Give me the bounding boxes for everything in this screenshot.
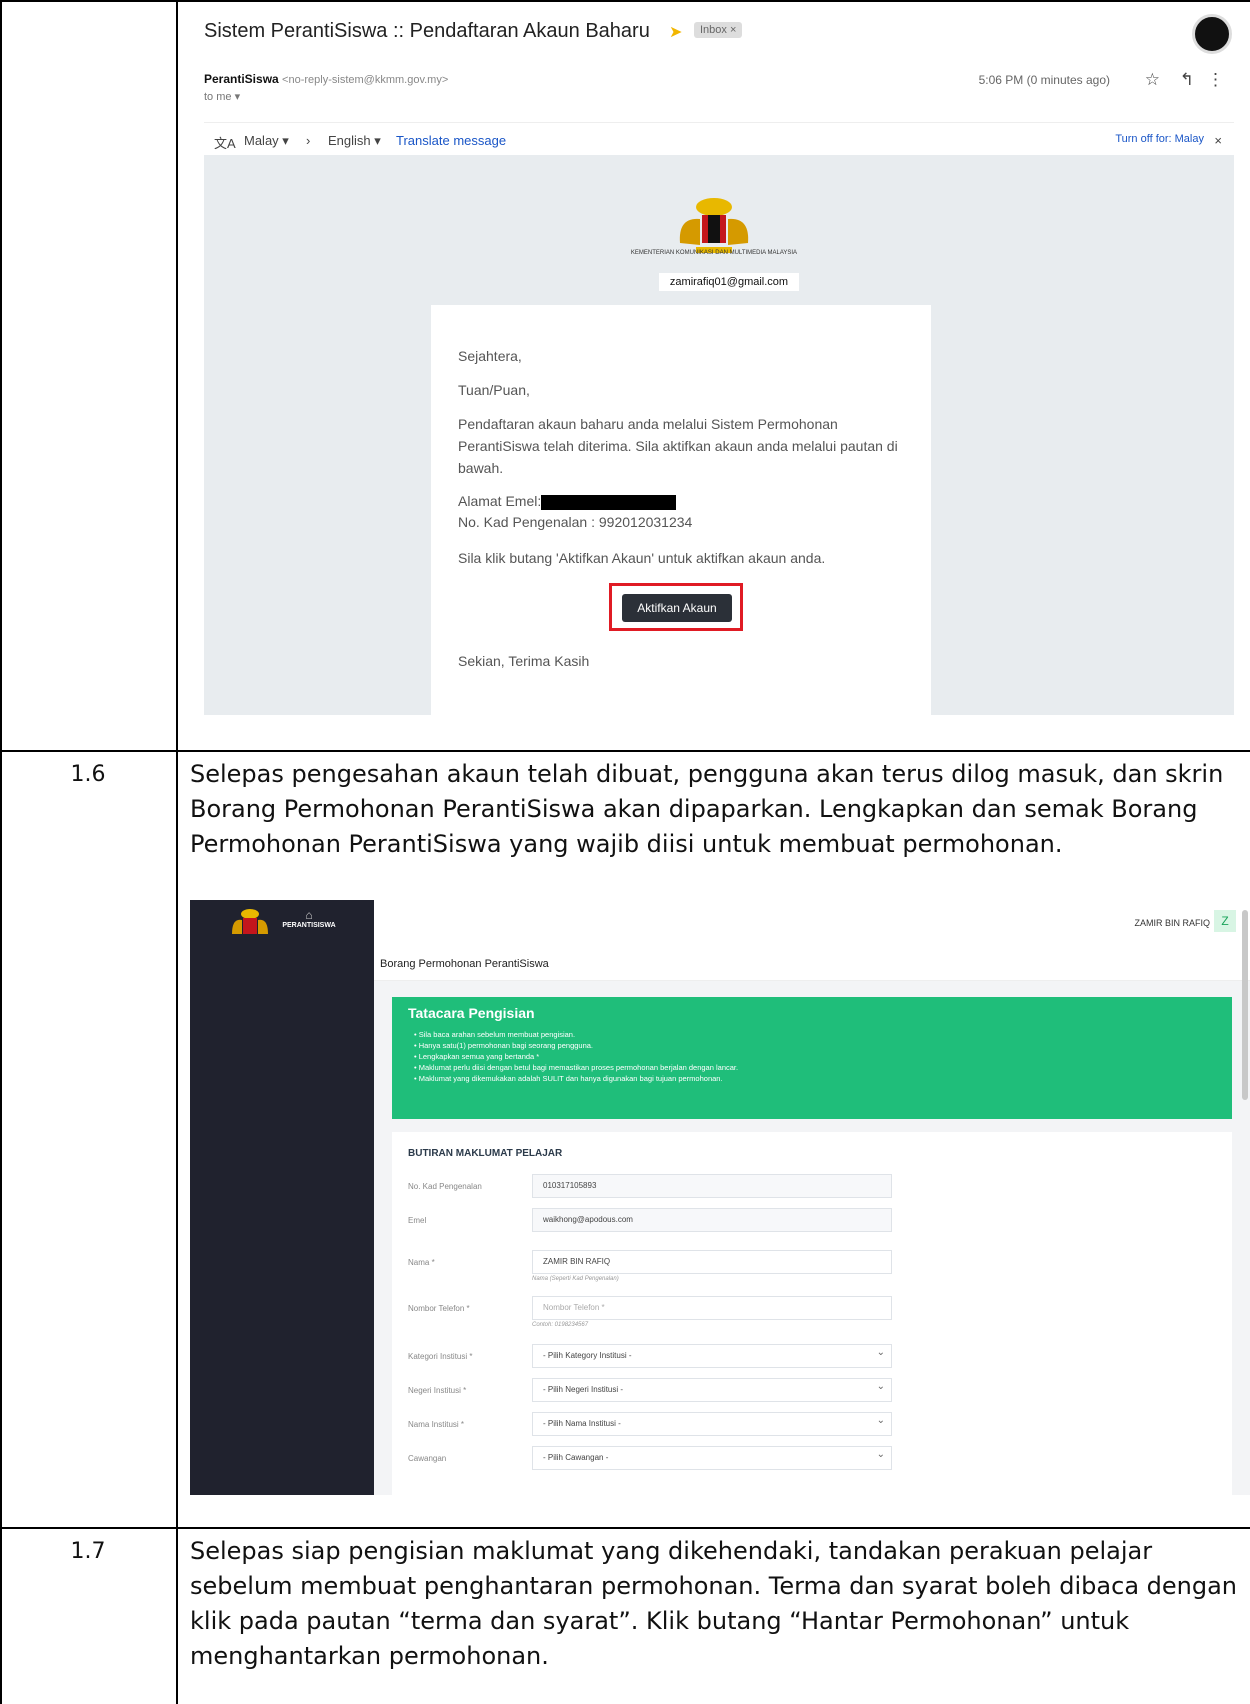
reply-icon[interactable]: ↰	[1180, 70, 1194, 90]
guide-list: Sila baca arahan sebelum membuat pengisi…	[414, 1029, 738, 1084]
table-row-divider	[0, 750, 1250, 752]
institution-state-select[interactable]: - Pilih Negeri Institusi -	[532, 1376, 892, 1402]
gmail-screenshot: Sistem PerantiSiswa :: Pendaftaran Akaun…	[200, 8, 1240, 720]
page-header: Borang Permohonan PerantiSiswa	[374, 950, 1250, 981]
field-label: Nama Institusi *	[408, 1420, 465, 1429]
top-bar: ZAMIR BIN RAFIQ Z	[374, 900, 1250, 950]
field-label: Cawangan	[408, 1454, 447, 1463]
recipient-dropdown[interactable]: to me ▾	[204, 90, 240, 103]
email-body: KEMENTERIAN KOMUNIKASI DAN MULTIMEDIA MA…	[204, 155, 1234, 715]
step-number: 1.6	[70, 762, 106, 787]
field-label: Nama *	[408, 1258, 435, 1267]
translate-bar: 文A Malay ▾ › English ▾ Translate message…	[204, 122, 1234, 153]
table-border-left	[0, 0, 2, 1704]
field-label: No. Kad Pengenalan	[408, 1182, 482, 1191]
application-form-screenshot: ⌂ PERANTISISWA ZAMIR BIN RAFIQ Z Borang …	[190, 900, 1250, 1495]
form-row: Nama Institusi * - Pilih Nama Institusi …	[408, 1410, 1228, 1442]
institution-name-select[interactable]: - Pilih Nama Institusi -	[532, 1410, 892, 1436]
guide-panel: Tatacara Pengisian Sila baca arahan sebe…	[392, 997, 1232, 1119]
sidebar: ⌂ PERANTISISWA	[190, 900, 374, 1495]
guide-title: Tatacara Pengisian	[408, 1005, 535, 1021]
sender: PerantiSiswa <no-reply-sistem@kkmm.gov.m…	[204, 72, 448, 86]
perantisiswa-logo: ⌂ PERANTISISWA	[280, 908, 338, 940]
phone-field[interactable]: Nombor Telefon *	[532, 1296, 892, 1320]
form-row: Emel waikhong@apodous.com	[408, 1208, 1228, 1238]
ic-number-field[interactable]: 010317105893	[532, 1174, 892, 1198]
avatar[interactable]	[1192, 14, 1232, 54]
list-item: Hanya satu(1) permohonan bagi seorang pe…	[414, 1040, 738, 1051]
form-row: No. Kad Pengenalan 010317105893	[408, 1174, 1228, 1204]
turn-off-link[interactable]: Turn off for: Malay	[1115, 133, 1204, 145]
star-icon[interactable]: ☆	[1145, 70, 1160, 90]
inbox-label-badge[interactable]: Inbox ×	[694, 22, 743, 38]
page-title: Borang Permohonan PerantiSiswa	[380, 958, 549, 970]
sender-name: PerantiSiswa	[204, 72, 279, 86]
step-description: Selepas pengesahan akaun telah dibuat, p…	[190, 760, 1224, 858]
lang-from-select[interactable]: Malay ▾	[244, 133, 289, 149]
user-name[interactable]: ZAMIR BIN RAFIQ	[1134, 918, 1210, 928]
highlight-box: Aktifkan Akaun	[609, 583, 743, 631]
activate-account-button[interactable]: Aktifkan Akaun	[622, 594, 732, 622]
step-number: 1.7	[70, 1539, 106, 1564]
greeting: Sejahtera,	[458, 348, 522, 364]
ministry-name: KEMENTERIAN KOMUNIKASI DAN MULTIMEDIA MA…	[630, 250, 798, 256]
instruction: Sila klik butang 'Aktifkan Akaun' untuk …	[458, 550, 826, 566]
table-row-divider	[0, 1527, 1250, 1529]
logo-text: PERANTISISWA	[282, 922, 336, 929]
table-border-top	[0, 0, 1250, 2]
email-address-line: Alamat Emel:	[458, 490, 677, 512]
closing: Sekian, Terima Kasih	[458, 653, 590, 669]
form-row: Kategori Institusi * - Pilih Kategory In…	[408, 1342, 1228, 1374]
institution-category-select[interactable]: - Pilih Kategory Institusi -	[532, 1342, 892, 1368]
table-col-divider	[176, 0, 178, 1704]
sender-email: <no-reply-sistem@kkmm.gov.my>	[282, 74, 449, 86]
email-subject: Sistem PerantiSiswa :: Pendaftaran Akaun…	[204, 20, 650, 42]
graduation-cap-icon: ⌂	[305, 908, 313, 922]
form-row: Nombor Telefon * Nombor Telefon * Contoh…	[408, 1296, 1228, 1328]
email-card: Sejahtera, Tuan/Puan, Pendaftaran akaun …	[431, 305, 931, 715]
list-item: Lengkapkan semua yang bertanda *	[414, 1051, 738, 1062]
ic-number: No. Kad Pengenalan : 992012031234	[458, 514, 693, 530]
lang-to-select[interactable]: English ▾	[328, 133, 381, 149]
translate-message-link[interactable]: Translate message	[396, 133, 506, 148]
email-chip: zamirafiq01@gmail.com	[659, 273, 799, 291]
email-timestamp: 5:06 PM (0 minutes ago)	[978, 73, 1110, 87]
email-field[interactable]: waikhong@apodous.com	[532, 1208, 892, 1232]
important-marker-icon: ➤	[669, 24, 683, 41]
field-label: Negeri Institusi *	[408, 1386, 467, 1395]
field-help: Contoh: 0198234567	[532, 1322, 589, 1328]
salutation: Tuan/Puan,	[458, 382, 530, 398]
email-label: Alamat Emel:	[458, 493, 542, 509]
close-icon[interactable]: ×	[1214, 133, 1222, 148]
redacted-block	[541, 494, 677, 510]
section-title: BUTIRAN MAKLUMAT PELAJAR	[408, 1148, 563, 1159]
body-paragraph: Pendaftaran akaun baharu anda melalui Si…	[458, 416, 898, 476]
chevron-right-icon: ›	[306, 133, 311, 148]
step-description: Selepas siap pengisian maklumat yang dik…	[190, 1537, 1238, 1670]
list-item: Sila baca arahan sebelum membuat pengisi…	[414, 1029, 738, 1040]
form-row: Nama * ZAMIR BIN RAFIQ Nama (Seperti Kad…	[408, 1250, 1228, 1282]
field-label: Nombor Telefon *	[408, 1304, 470, 1313]
field-help: Nama (Seperti Kad Pengenalan)	[532, 1276, 619, 1282]
name-field[interactable]: ZAMIR BIN RAFIQ	[532, 1250, 892, 1274]
list-item: Maklumat perlu diisi dengan betul bagi m…	[414, 1062, 738, 1073]
avatar[interactable]: Z	[1214, 910, 1236, 932]
form-row: Cawangan - Pilih Cawangan -	[408, 1444, 1228, 1476]
scrollbar[interactable]	[1242, 910, 1248, 1100]
branch-select[interactable]: - Pilih Cawangan -	[532, 1444, 892, 1470]
list-item: Maklumat yang dikemukakan adalah SULIT d…	[414, 1073, 738, 1084]
malaysia-crest-icon	[232, 909, 268, 934]
more-vert-icon[interactable]: ⋮	[1207, 70, 1224, 90]
student-details-form: BUTIRAN MAKLUMAT PELAJAR No. Kad Pengena…	[392, 1132, 1232, 1495]
field-label: Emel	[408, 1216, 427, 1225]
translate-icon: 文A	[214, 136, 236, 151]
field-label: Kategori Institusi *	[408, 1352, 473, 1361]
form-row: Negeri Institusi * - Pilih Negeri Instit…	[408, 1376, 1228, 1408]
